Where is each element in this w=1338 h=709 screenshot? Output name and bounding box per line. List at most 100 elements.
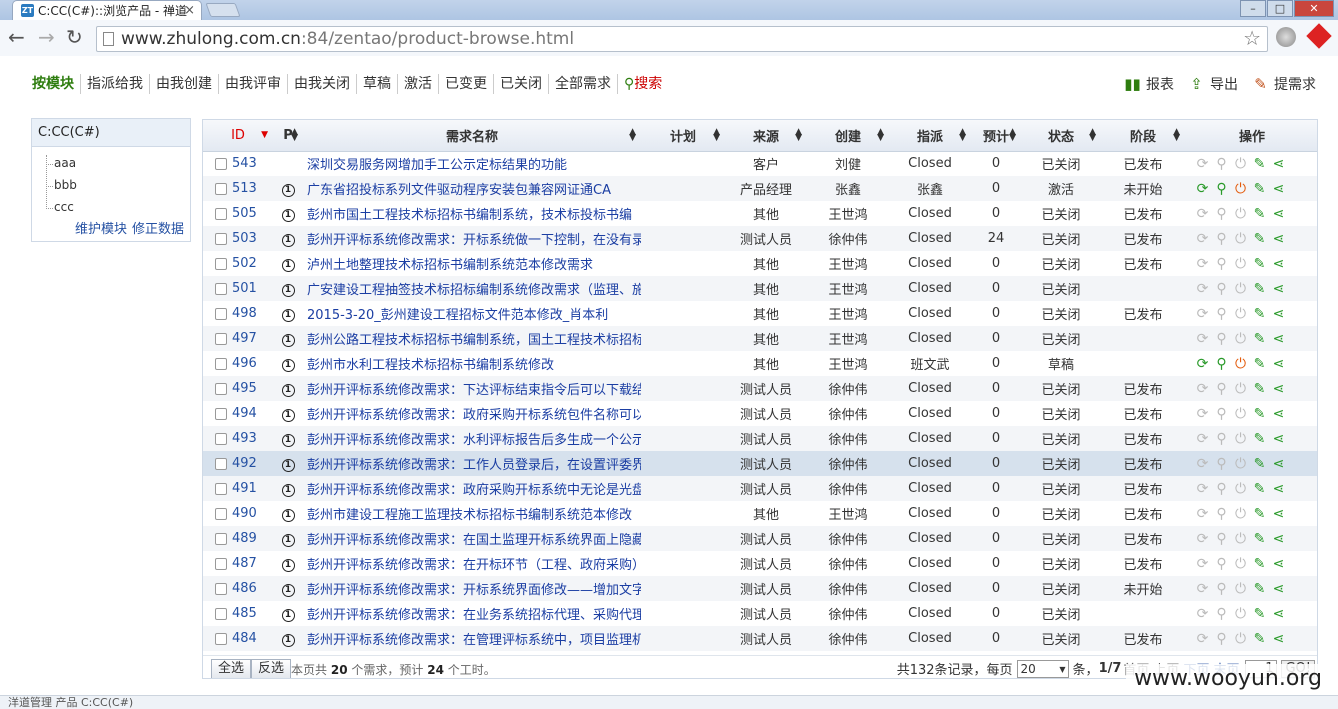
story-id-link[interactable]: 494 <box>232 406 257 421</box>
edit-pencil-icon[interactable]: ✎ <box>1250 331 1269 347</box>
close-power-icon[interactable]: ⏻ <box>1231 381 1250 397</box>
new-tab-button[interactable] <box>205 3 241 17</box>
menu-closed[interactable]: 已关闭 <box>500 74 549 94</box>
edit-pencil-icon[interactable]: ✎ <box>1250 631 1269 647</box>
menu-search[interactable]: ⚲搜索 <box>624 74 668 94</box>
close-power-icon[interactable]: ⏻ <box>1231 531 1250 547</box>
review-search-icon[interactable]: ⚲ <box>1212 606 1231 622</box>
close-power-icon[interactable]: ⏻ <box>1231 256 1250 272</box>
review-search-icon[interactable]: ⚲ <box>1212 231 1231 247</box>
share-link-icon[interactable]: ⋖ <box>1269 231 1288 247</box>
story-id-link[interactable]: 486 <box>232 581 257 596</box>
change-icon[interactable]: ⟳ <box>1193 581 1212 597</box>
export-button[interactable]: ⇪ 导出 <box>1188 74 1238 94</box>
edit-pencil-icon[interactable]: ✎ <box>1250 281 1269 297</box>
address-bar[interactable]: www.zhulong.com.cn:84/zentao/product-bro… <box>96 26 1268 52</box>
row-checkbox[interactable] <box>215 232 227 245</box>
share-link-icon[interactable]: ⋖ <box>1269 306 1288 322</box>
story-title-link[interactable]: 2015-3-20_彭州建设工程招标文件范本修改_肖本利 <box>303 301 641 326</box>
change-icon[interactable]: ⟳ <box>1193 431 1212 447</box>
change-icon[interactable]: ⟳ <box>1193 156 1212 172</box>
story-title-link[interactable]: 彭州开评标系统修改需求：在开标环节（工程、政府采购） <box>303 551 641 576</box>
fix-data-link[interactable]: 修正数据 <box>132 222 184 237</box>
close-power-icon[interactable]: ⏻ <box>1231 456 1250 472</box>
header-estimate[interactable]: 预计 ▲ ▼ <box>971 120 1021 152</box>
edit-pencil-icon[interactable]: ✎ <box>1250 381 1269 397</box>
story-id-link[interactable]: 484 <box>232 631 257 646</box>
story-title-link[interactable]: 彭州开评标系统修改需求：工作人员登录后，在设置评委界 <box>303 451 641 476</box>
table-row[interactable]: 502 1 泸州土地整理技术标招标书编制系统范本修改需求 其他 王世鸿 Closed 0 已关… <box>203 251 1317 276</box>
header-creator[interactable]: 创建 ▲ ▼ <box>807 120 889 152</box>
story-id-link[interactable]: 543 <box>232 156 257 171</box>
table-row[interactable]: 496 1 彭州市水利工程技术标招标书编制系统修改 其他 王世鸿 班文武 0 草稿 ⟳ ⚲ ⏻ ✎ ⋖ <box>203 351 1317 376</box>
edit-pencil-icon[interactable]: ✎ <box>1250 581 1269 597</box>
row-checkbox[interactable] <box>215 257 227 270</box>
story-id-link[interactable]: 492 <box>232 456 257 471</box>
close-power-icon[interactable]: ⏻ <box>1231 606 1250 622</box>
edit-pencil-icon[interactable]: ✎ <box>1250 206 1269 222</box>
row-checkbox[interactable] <box>215 557 227 570</box>
edit-pencil-icon[interactable]: ✎ <box>1250 306 1269 322</box>
row-checkbox[interactable] <box>215 207 227 220</box>
menu-created-by-me[interactable]: 由我创建 <box>156 74 219 94</box>
review-search-icon[interactable]: ⚲ <box>1212 206 1231 222</box>
review-search-icon[interactable]: ⚲ <box>1212 631 1231 647</box>
story-id-link[interactable]: 496 <box>232 356 257 371</box>
per-page-select[interactable]: 20 <box>1016 659 1069 678</box>
row-checkbox[interactable] <box>215 282 227 295</box>
menu-active[interactable]: 激活 <box>404 74 439 94</box>
story-title-link[interactable]: 彭州市国土工程技术标招标书编制系统，技术标投标书编 <box>303 201 641 226</box>
row-checkbox[interactable] <box>215 357 227 370</box>
row-checkbox[interactable] <box>215 482 227 495</box>
table-row[interactable]: 484 1 彭州开评标系统修改需求：在管理评标系统中，项目监理机构 测试人员 徐仲伟 Cl… <box>203 626 1317 651</box>
share-link-icon[interactable]: ⋖ <box>1269 606 1288 622</box>
review-search-icon[interactable]: ⚲ <box>1212 306 1231 322</box>
table-row[interactable]: 491 1 彭州开评标系统修改需求：政府采购开标系统中无论是光盘 测试人员 徐仲伟 Clo… <box>203 476 1317 501</box>
share-link-icon[interactable]: ⋖ <box>1269 356 1288 372</box>
change-icon[interactable]: ⟳ <box>1193 206 1212 222</box>
change-icon[interactable]: ⟳ <box>1193 256 1212 272</box>
browser-tab[interactable]: ZT C:CC(C#)::浏览产品 - 禅道 × <box>12 0 202 20</box>
table-row[interactable]: 503 1 彭州开评标系统修改需求：开标系统做一下控制，在没有录 测试人员 徐仲伟 Clo… <box>203 226 1317 251</box>
row-checkbox[interactable] <box>215 307 227 320</box>
extension-globe-icon[interactable] <box>1276 27 1296 47</box>
story-id-link[interactable]: 502 <box>232 256 257 271</box>
change-icon[interactable]: ⟳ <box>1193 381 1212 397</box>
story-title-link[interactable]: 彭州开评标系统修改需求：政府采购开标系统包件名称可以 <box>303 401 641 426</box>
table-row[interactable]: 486 1 彭州开评标系统修改需求：开标系统界面修改——增加文字 测试人员 徐仲伟 Clo… <box>203 576 1317 601</box>
header-source[interactable]: 来源 ▲ ▼ <box>725 120 807 152</box>
report-button[interactable]: ▮▮ 报表 <box>1124 74 1174 94</box>
edit-pencil-icon[interactable]: ✎ <box>1250 256 1269 272</box>
review-search-icon[interactable]: ⚲ <box>1212 556 1231 572</box>
share-link-icon[interactable]: ⋖ <box>1269 531 1288 547</box>
menu-by-module[interactable]: 按模块 <box>32 74 81 94</box>
menu-assigned-to-me[interactable]: 指派给我 <box>87 74 150 94</box>
story-id-link[interactable]: 493 <box>232 431 257 446</box>
story-title-link[interactable]: 彭州市水利工程技术标招标书编制系统修改 <box>303 351 641 376</box>
edit-pencil-icon[interactable]: ✎ <box>1250 231 1269 247</box>
table-row[interactable]: 543 深圳交易服务网增加手工公示定标结果的功能 客户 刘健 Closed 0 已关闭 已发布… <box>203 151 1317 176</box>
story-title-link[interactable]: 彭州开评标系统修改需求：在业务系统招标代理、采购代理 <box>303 601 641 626</box>
edit-pencil-icon[interactable]: ✎ <box>1250 156 1269 172</box>
change-icon[interactable]: ⟳ <box>1193 556 1212 572</box>
table-row[interactable]: 485 1 彭州开评标系统修改需求：在业务系统招标代理、采购代理 测试人员 徐仲伟 Clo… <box>203 601 1317 626</box>
story-title-link[interactable]: 彭州市建设工程施工监理技术标招标书编制系统范本修改 <box>303 501 641 526</box>
edit-pencil-icon[interactable]: ✎ <box>1250 456 1269 472</box>
table-row[interactable]: 505 1 彭州市国土工程技术标招标书编制系统，技术标投标书编 其他 王世鸿 Closed… <box>203 201 1317 226</box>
review-search-icon[interactable]: ⚲ <box>1212 181 1231 197</box>
story-id-link[interactable]: 489 <box>232 531 257 546</box>
close-power-icon[interactable]: ⏻ <box>1231 631 1250 647</box>
share-link-icon[interactable]: ⋖ <box>1269 581 1288 597</box>
edit-pencil-icon[interactable]: ✎ <box>1250 181 1269 197</box>
tree-node-ccc[interactable]: ccc <box>46 200 74 214</box>
edit-pencil-icon[interactable]: ✎ <box>1250 356 1269 372</box>
story-id-link[interactable]: 505 <box>232 206 257 221</box>
review-search-icon[interactable]: ⚲ <box>1212 281 1231 297</box>
change-icon[interactable]: ⟳ <box>1193 506 1212 522</box>
row-checkbox[interactable] <box>215 157 227 170</box>
close-power-icon[interactable]: ⏻ <box>1231 231 1250 247</box>
story-title-link[interactable]: 泸州土地整理技术标招标书编制系统范本修改需求 <box>303 251 641 276</box>
close-power-icon[interactable]: ⏻ <box>1231 506 1250 522</box>
row-checkbox[interactable] <box>215 182 227 195</box>
edit-pencil-icon[interactable]: ✎ <box>1250 406 1269 422</box>
